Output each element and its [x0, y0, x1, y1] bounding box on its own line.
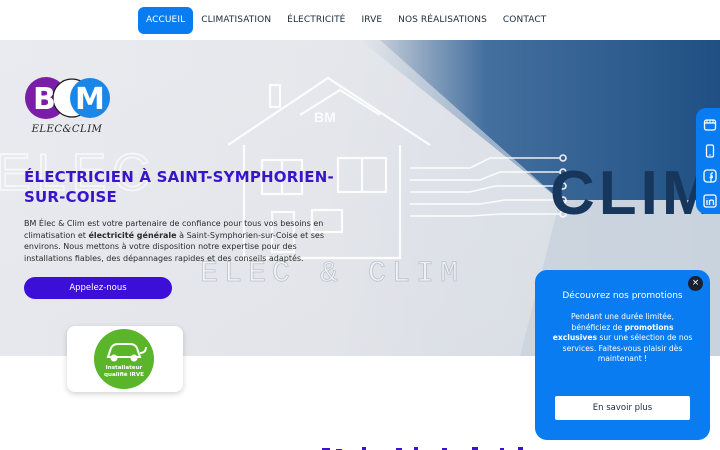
- nav-item-electricite[interactable]: ÉLECTRICITÉ: [279, 7, 353, 34]
- brand-logo[interactable]: B M ELEC&CLIM: [24, 74, 114, 138]
- phone-icon[interactable]: [703, 144, 717, 158]
- learn-more-button[interactable]: En savoir plus: [555, 396, 690, 420]
- top-nav-bar: ACCUEIL CLIMATISATION ÉLECTRICITÉ IRVE N…: [0, 0, 660, 40]
- art-house-mark: BM: [314, 109, 336, 125]
- facebook-icon[interactable]: [703, 169, 717, 183]
- nav-item-irve[interactable]: IRVE: [353, 7, 390, 34]
- close-icon[interactable]: ×: [688, 276, 703, 291]
- irve-badge: Installateur qualifié IRVE: [94, 329, 154, 389]
- store-icon[interactable]: [703, 118, 717, 132]
- svg-text:M: M: [75, 82, 105, 117]
- nav-item-realisations[interactable]: NOS RÉALISATIONS: [390, 7, 495, 34]
- nav-item-contact[interactable]: CONTACT: [495, 7, 554, 34]
- svg-text:B: B: [33, 82, 56, 117]
- social-sidebar: [696, 108, 720, 214]
- promo-popup: × Découvrez nos promotions Pendant une d…: [535, 270, 710, 440]
- irve-badge-label: Installateur qualifié IRVE: [94, 365, 154, 379]
- art-clim-word: CLIM: [550, 159, 718, 228]
- electric-car-icon: [106, 343, 147, 362]
- hero-desc-bold: électricité générale: [88, 230, 177, 240]
- nav-item-climatisation[interactable]: CLIMATISATION: [193, 7, 279, 34]
- section-heading-clipped: [322, 447, 523, 450]
- irve-badge-card: Installateur qualifié IRVE: [67, 326, 183, 392]
- call-us-button[interactable]: Appelez-nous: [24, 277, 172, 299]
- nav-item-accueil[interactable]: ACCUEIL: [138, 7, 194, 34]
- promo-body: Pendant une durée limitée, bénéficiez de…: [551, 312, 694, 365]
- page: ACCUEIL CLIMATISATION ÉLECTRICITÉ IRVE N…: [0, 0, 720, 450]
- hero-description: BM Élec & Clim est votre partenaire de c…: [24, 218, 324, 264]
- irve-label-line1: Installateur: [105, 365, 143, 371]
- promo-title: Découvrez nos promotions: [562, 291, 683, 301]
- main-navigation: ACCUEIL CLIMATISATION ÉLECTRICITÉ IRVE N…: [138, 7, 554, 34]
- hero-title: ÉLECTRICIEN À SAINT-SYMPHORIEN-SUR-COISE: [24, 168, 334, 206]
- linkedin-icon[interactable]: [703, 194, 717, 208]
- irve-label-line2: qualifié IRVE: [103, 372, 145, 378]
- logo-mark-icon: B M: [25, 77, 110, 119]
- logo-tagline: ELEC&CLIM: [31, 124, 103, 135]
